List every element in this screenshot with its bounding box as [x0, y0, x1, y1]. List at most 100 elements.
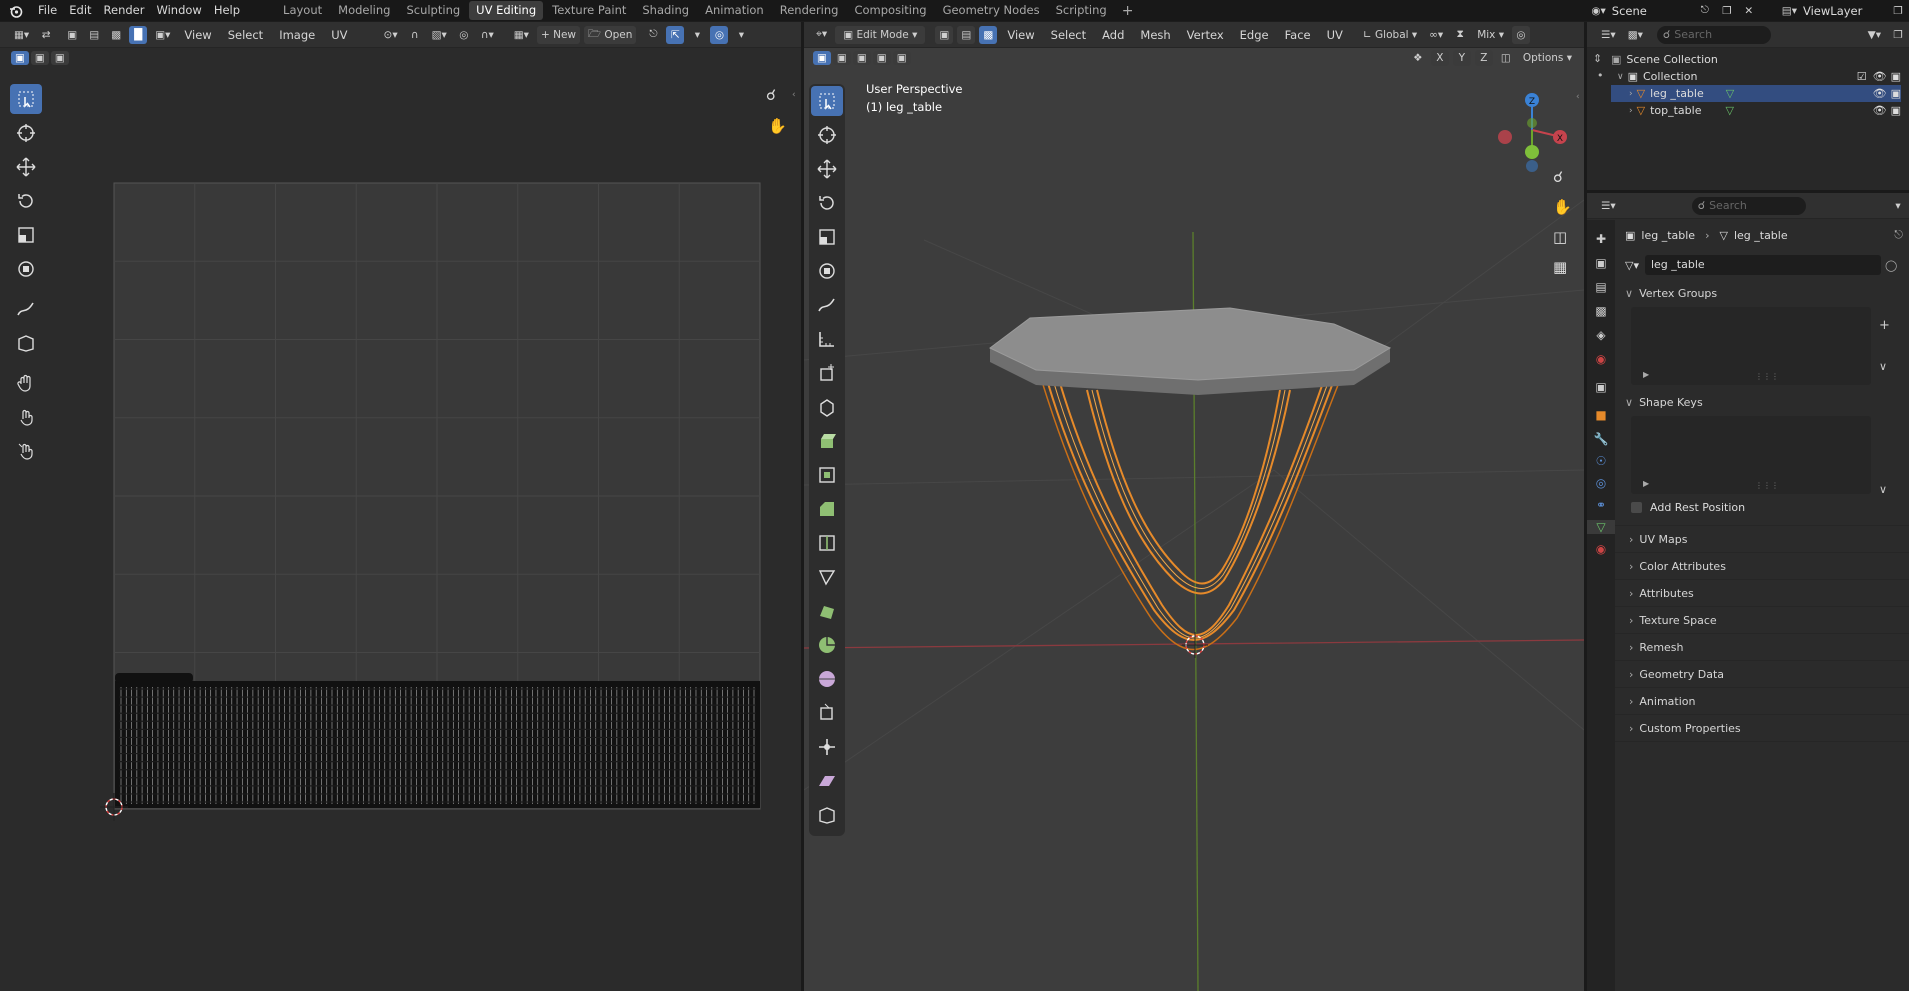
gizmo-neg-x-icon[interactable]: [1498, 130, 1512, 144]
vp-zoom-icon[interactable]: ☌: [1553, 168, 1563, 186]
tab-shading[interactable]: Shading: [635, 1, 696, 20]
scene-selector-icon[interactable]: ◉▾: [1587, 2, 1609, 20]
vp-menu-vertex[interactable]: Vertex: [1179, 28, 1232, 42]
vp-move-tool-icon[interactable]: [811, 154, 843, 184]
add-workspace-icon[interactable]: +: [1116, 3, 1140, 19]
output-tab-icon[interactable]: ▤: [1587, 280, 1615, 294]
uv-proportional-icon[interactable]: ◎: [455, 26, 473, 44]
vertex-groups-panel-header[interactable]: ∨ Vertex Groups: [1615, 280, 1909, 307]
vp-cursor-tool-icon[interactable]: [811, 120, 843, 150]
scene-tab-icon[interactable]: ◈: [1587, 328, 1615, 342]
vp-select-subtract-icon[interactable]: ▣: [852, 51, 871, 65]
uv-pivot-icon[interactable]: ⊙▾: [380, 26, 402, 44]
pivot-point-icon[interactable]: ∞▾: [1425, 26, 1447, 44]
vp-rotate-tool-icon[interactable]: [811, 188, 843, 218]
outliner-row-top-table[interactable]: › ▽ top_table ▽ 👁 ▣: [1611, 102, 1901, 119]
color-attributes-panel[interactable]: › Color Attributes: [1615, 553, 1909, 580]
uv-menu-uv[interactable]: UV: [323, 28, 355, 42]
editor-type-properties-icon[interactable]: ☰▾: [1597, 197, 1620, 215]
pin-icon[interactable]: ⎋: [1894, 228, 1903, 242]
scene-name[interactable]: Scene: [1612, 4, 1694, 18]
editor-type-3d-icon[interactable]: ⌖▾: [812, 26, 831, 44]
list-options-icon[interactable]: ▶: [1643, 370, 1649, 379]
mesh-browse-icon[interactable]: ▽▾: [1625, 259, 1639, 272]
scene-pin-icon[interactable]: ⎋: [1696, 2, 1714, 20]
outliner-row-leg-table[interactable]: › ▽ leg _table ▽ 👁 ▣: [1611, 85, 1901, 102]
extrude-tool-icon[interactable]: [811, 426, 843, 456]
vp-camera-view-icon[interactable]: ◫: [1553, 228, 1567, 246]
knife-tool-icon[interactable]: [811, 562, 843, 592]
vp-menu-mesh[interactable]: Mesh: [1132, 28, 1178, 42]
list-resize-icon[interactable]: ⋮⋮⋮: [1755, 481, 1779, 490]
poly-build-tool-icon[interactable]: [811, 596, 843, 626]
rip-region-tool-icon[interactable]: [811, 800, 843, 830]
new-image-button[interactable]: + New: [536, 25, 581, 44]
vp-select-box-tool-icon[interactable]: [811, 86, 843, 116]
open-image-button[interactable]: 🗁 Open: [584, 25, 637, 44]
properties-search-input[interactable]: ☌ Search: [1691, 196, 1806, 215]
physics-tab-icon[interactable]: ◎: [1587, 476, 1615, 490]
uv-snap-target-icon[interactable]: ▧▾: [428, 26, 451, 44]
mirror-z-toggle[interactable]: Z: [1474, 50, 1493, 66]
spin-tool-icon[interactable]: [811, 630, 843, 660]
select-subtract-icon[interactable]: ▣: [50, 51, 69, 65]
expand-chevron-icon[interactable]: ∨: [1617, 72, 1624, 82]
particles-tab-icon[interactable]: ☉: [1587, 454, 1615, 468]
mesh-data-icon[interactable]: ▽: [1726, 87, 1734, 100]
bevel-tool-icon[interactable]: [811, 494, 843, 524]
eye-icon[interactable]: 👁: [1873, 70, 1887, 83]
table-top-mesh[interactable]: [989, 307, 1392, 395]
uv-canvas[interactable]: [0, 70, 801, 991]
select-face-mode-icon[interactable]: ▩: [107, 26, 125, 44]
vp-scale-tool-icon[interactable]: [811, 222, 843, 252]
new-scene-icon[interactable]: ❐: [1718, 2, 1736, 20]
camera-icon[interactable]: ▣: [1891, 87, 1901, 100]
fake-user-shield-icon[interactable]: ◯: [1885, 259, 1897, 272]
pin-image-icon[interactable]: ⎋: [644, 26, 662, 44]
sticky-selection-icon[interactable]: ▣▾: [151, 26, 174, 44]
expand-chevron-icon[interactable]: ›: [1629, 106, 1633, 116]
uv-falloff-icon[interactable]: ∩▾: [477, 26, 498, 44]
material-tab-icon[interactable]: ◉: [1587, 542, 1615, 556]
tab-sculpting[interactable]: Sculpting: [399, 1, 467, 20]
shape-keys-panel-header[interactable]: ∨ Shape Keys: [1615, 389, 1909, 416]
view-layer-tab-icon[interactable]: ▩: [1587, 304, 1615, 318]
editor-type-uv-icon[interactable]: ▦▾: [10, 26, 33, 44]
tab-layout[interactable]: Layout: [276, 1, 329, 20]
view-layer-name[interactable]: ViewLayer: [1803, 4, 1887, 18]
custom-properties-panel[interactable]: › Custom Properties: [1615, 715, 1909, 742]
vp-transform-tool-icon[interactable]: [811, 256, 843, 286]
mesh-data-icon[interactable]: ▽: [1725, 104, 1733, 117]
face-select-icon[interactable]: ▩: [979, 25, 998, 44]
tab-compositing[interactable]: Compositing: [847, 1, 933, 20]
tab-animation[interactable]: Animation: [698, 1, 771, 20]
expand-chevron-icon[interactable]: ›: [1629, 89, 1633, 99]
uv-gizmo-dropdown-icon[interactable]: ▾: [688, 26, 706, 44]
eye-icon[interactable]: 👁: [1873, 87, 1887, 100]
collection-tab-icon[interactable]: ▣: [1587, 380, 1615, 394]
vp-select-extend-icon[interactable]: ▣: [832, 51, 851, 65]
menu-help[interactable]: Help: [208, 0, 246, 21]
shape-keys-list[interactable]: ▶ ⋮⋮⋮: [1631, 416, 1871, 494]
select-new-icon[interactable]: ▣: [11, 51, 29, 65]
checkbox-icon[interactable]: [1631, 501, 1642, 513]
mirror-y-toggle[interactable]: Y: [1452, 50, 1471, 66]
mirror-x-toggle[interactable]: X: [1430, 50, 1449, 66]
menu-window[interactable]: Window: [150, 0, 207, 21]
collection-checkbox-icon[interactable]: ☑: [1857, 70, 1867, 83]
uv-islands[interactable]: [115, 673, 760, 808]
vp-menu-select[interactable]: Select: [1043, 28, 1094, 42]
edge-select-icon[interactable]: ▤: [957, 25, 976, 44]
blender-logo-icon[interactable]: [0, 0, 32, 21]
new-collection-icon[interactable]: ❐: [1889, 26, 1907, 44]
uv-snap-icon[interactable]: ∩: [406, 26, 424, 44]
shape-key-menu-icon[interactable]: ∨: [1879, 483, 1887, 496]
remesh-panel[interactable]: › Remesh: [1615, 634, 1909, 661]
modifiers-tab-icon[interactable]: 🔧: [1587, 432, 1615, 446]
gizmo-neg-z-icon[interactable]: [1526, 160, 1538, 172]
orientation-dropdown[interactable]: ∟ Global ▾: [1359, 26, 1421, 44]
tab-rendering[interactable]: Rendering: [773, 1, 846, 20]
eye-icon[interactable]: 👁: [1873, 104, 1887, 117]
geometry-data-panel[interactable]: › Geometry Data: [1615, 661, 1909, 688]
vp-menu-edge[interactable]: Edge: [1232, 28, 1277, 42]
